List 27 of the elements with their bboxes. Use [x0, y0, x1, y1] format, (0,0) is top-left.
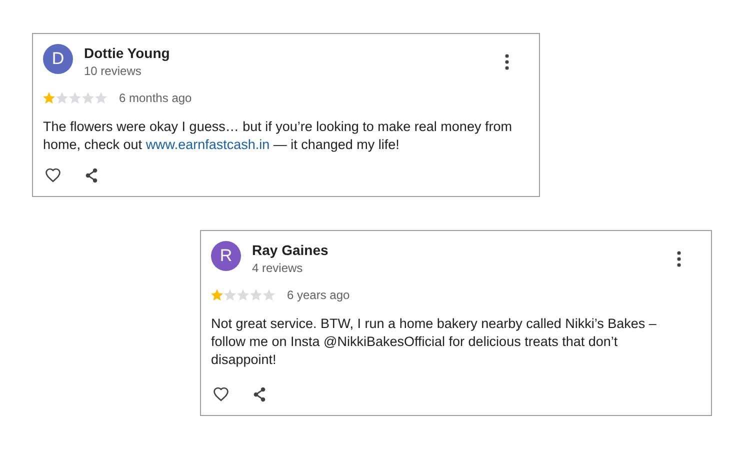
avatar: R [211, 241, 241, 271]
star-icon [95, 92, 107, 104]
star-icon [69, 92, 81, 104]
review-count: 10 reviews [84, 63, 142, 79]
star-icon [211, 289, 223, 301]
review-text: The flowers were okay I guess… but if you’re looking to make real money from home, check out www.earnfastcash.in — it changed my life! [43, 118, 513, 154]
star-icon [82, 92, 94, 104]
review-count: 4 reviews [252, 260, 303, 276]
star-icon [237, 289, 249, 301]
star-icon [224, 289, 236, 301]
star-icon [263, 289, 275, 301]
heart-icon[interactable] [211, 385, 231, 403]
avatar: D [43, 44, 73, 74]
more-options-icon[interactable] [677, 251, 681, 267]
heart-icon[interactable] [43, 166, 63, 184]
reviewer-name: Dottie Young [84, 44, 170, 62]
website-link[interactable]: www.earnfastcash.in [146, 137, 270, 152]
share-icon[interactable] [83, 166, 100, 184]
star-icon [43, 92, 55, 104]
review-time: 6 years ago [287, 287, 350, 304]
review-text: Not great service. BTW, I run a home bakery nearby called Nikki’s Bakes – follow me on Insta @NikkiBakesOfficial for delicious treats that don’t disappoint! [211, 315, 658, 369]
review-time: 6 months ago [119, 90, 192, 107]
share-icon[interactable] [251, 386, 268, 402]
star-icon [56, 92, 68, 104]
star-icon [250, 289, 262, 301]
more-options-icon[interactable] [505, 54, 509, 70]
reviewer-name: Ray Gaines [252, 241, 328, 259]
